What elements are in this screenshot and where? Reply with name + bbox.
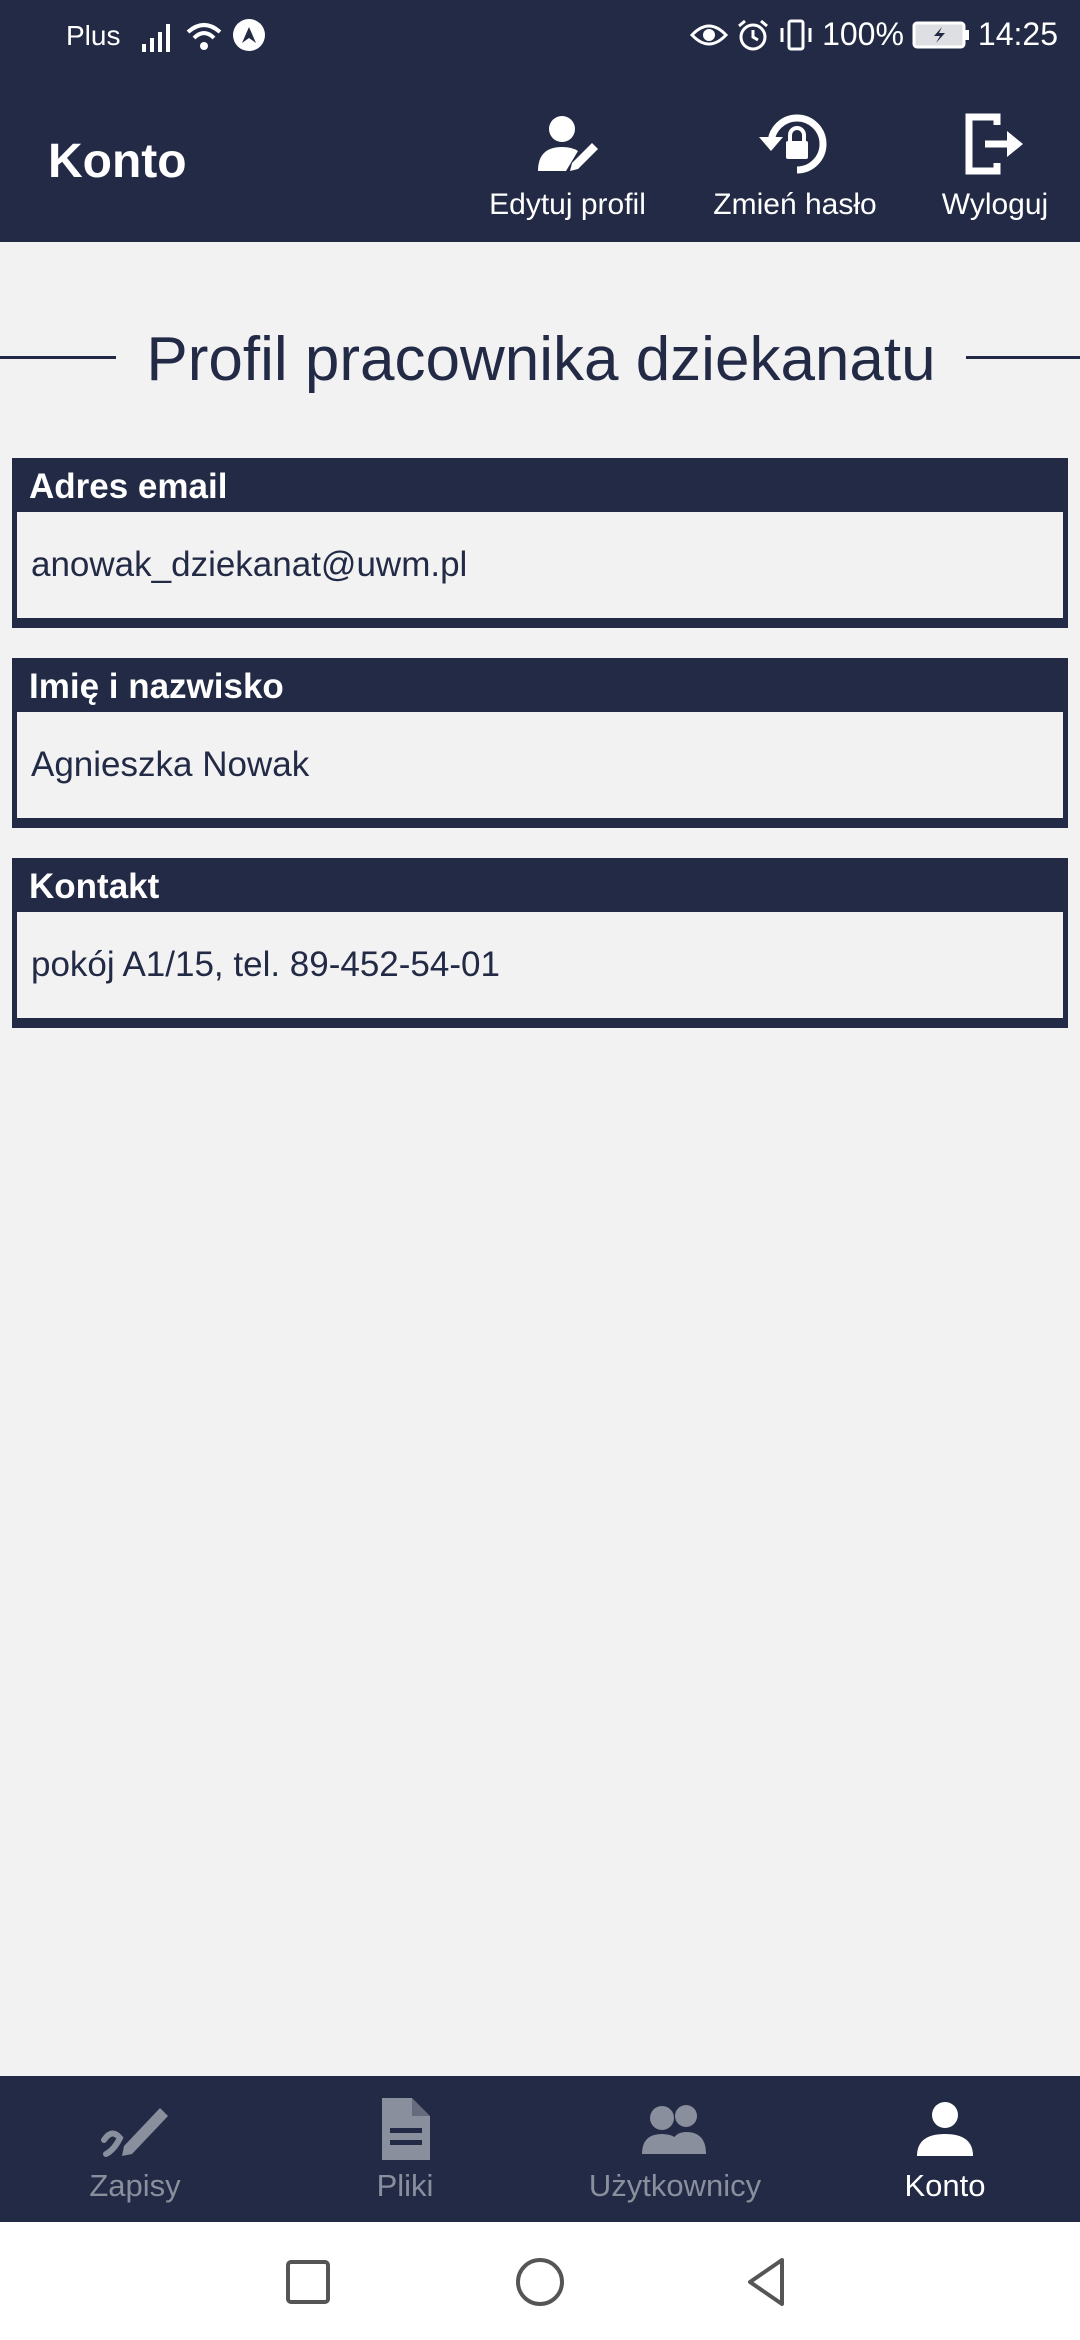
wifi-icon — [186, 23, 222, 50]
bottom-navigation: Zapisy Pliki Użytkownicy Konto — [0, 2076, 1080, 2222]
section-heading: Profil pracownika dziekanatu — [0, 320, 1080, 400]
status-bar: Plus 100% 14:25 — [0, 0, 1080, 76]
recent-apps-icon[interactable] — [282, 2256, 334, 2308]
home-icon[interactable] — [514, 2256, 566, 2308]
name-value: Agnieszka Nowak — [17, 712, 1063, 818]
change-password-icon — [759, 114, 827, 174]
logout-button[interactable]: Wyloguj — [930, 102, 1060, 222]
nav-item-pliki[interactable]: Pliki — [270, 2076, 540, 2222]
heading-divider-right — [966, 356, 1080, 359]
logout-icon — [965, 113, 1023, 175]
file-icon — [382, 2098, 430, 2160]
edit-profile-button[interactable]: Edytuj profil — [480, 102, 655, 222]
contact-value: pokój A1/15, tel. 89-452-54-01 — [17, 912, 1063, 1018]
change-password-button[interactable]: Zmień hasło — [700, 102, 890, 222]
heading-divider-left — [0, 356, 116, 359]
nav-label-pliki: Pliki — [376, 2168, 434, 2203]
users-icon — [642, 2105, 706, 2154]
navigation-app-icon — [233, 19, 265, 51]
carrier-name: Plus — [66, 20, 121, 51]
alarm-icon — [738, 19, 769, 50]
nav-label-konto: Konto — [904, 2168, 986, 2203]
nav-item-zapisy[interactable]: Zapisy — [0, 2076, 270, 2222]
vibrate-icon — [780, 19, 812, 50]
name-field: Imię i nazwisko Agnieszka Nowak — [12, 658, 1068, 828]
signature-icon — [101, 2108, 168, 2157]
nav-label-zapisy: Zapisy — [89, 2168, 181, 2203]
email-value: anowak_dziekanat@uwm.pl — [17, 512, 1063, 618]
signal-icon — [142, 24, 170, 52]
nav-item-konto[interactable]: Konto — [810, 2076, 1080, 2222]
back-icon[interactable] — [742, 2256, 794, 2308]
contact-label: Kontakt — [29, 867, 160, 906]
status-right: 100% 14:25 — [690, 16, 1058, 53]
clock-time: 14:25 — [977, 16, 1058, 52]
profile-heading: Profil pracownika dziekanatu — [146, 325, 936, 394]
app-bar: Konto Edytuj profil Zmień hasło Wyloguj — [0, 76, 1080, 242]
contact-field: Kontakt pokój A1/15, tel. 89-452-54-01 — [12, 858, 1068, 1028]
system-navigation-bar — [0, 2222, 1080, 2340]
account-icon — [917, 2102, 973, 2156]
name-label: Imię i nazwisko — [29, 667, 284, 706]
battery-percent: 100% — [822, 16, 904, 52]
status-left-icons — [140, 18, 266, 52]
nav-label-uzytkownicy: Użytkownicy — [588, 2168, 762, 2203]
edit-profile-icon — [537, 116, 598, 171]
page-title: Konto — [48, 135, 187, 188]
email-field: Adres email anowak_dziekanat@uwm.pl — [12, 458, 1068, 628]
logout-label: Wyloguj — [941, 188, 1049, 221]
eye-icon — [690, 24, 729, 45]
battery-charging-icon — [912, 21, 969, 48]
change-password-label: Zmień hasło — [713, 188, 877, 221]
email-label: Adres email — [29, 467, 228, 506]
nav-item-uzytkownicy[interactable]: Użytkownicy — [540, 2076, 810, 2222]
edit-profile-label: Edytuj profil — [489, 188, 646, 221]
